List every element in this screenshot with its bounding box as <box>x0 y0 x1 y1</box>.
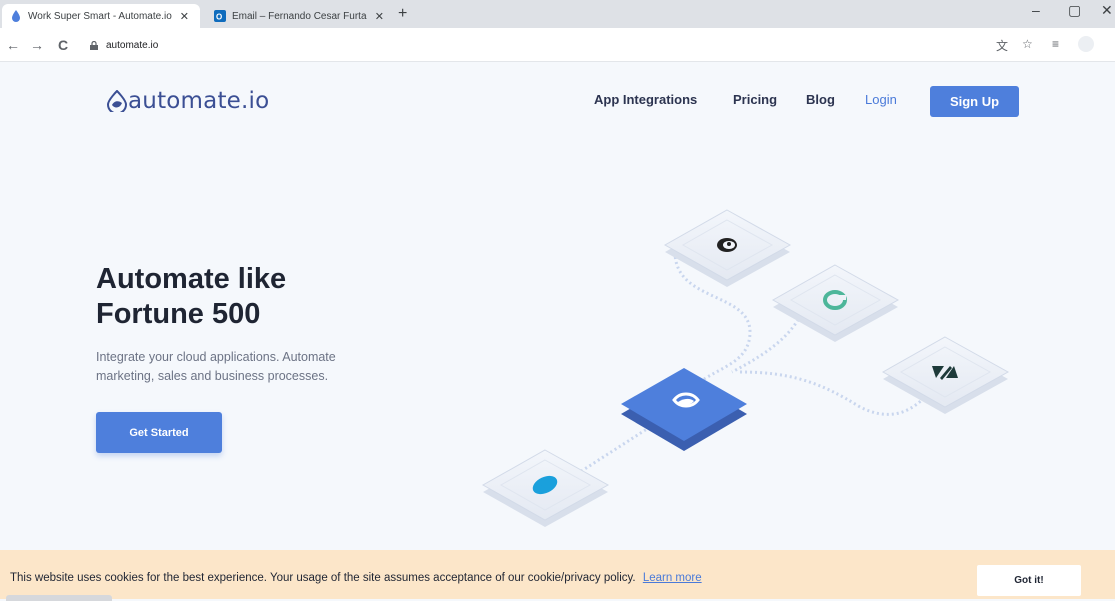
star-icon[interactable]: ☆ <box>1022 37 1033 51</box>
connector-lines <box>579 251 927 474</box>
url-text: automate.io <box>106 39 159 51</box>
minimize-button[interactable]: – <box>1032 2 1040 18</box>
automate-favicon-icon <box>10 10 22 22</box>
cookie-banner: This website uses cookies for the best e… <box>0 550 1115 599</box>
learn-more-link[interactable]: Learn more <box>643 572 702 584</box>
tab-title: Email – Fernando Cesar Furtado <box>232 10 367 22</box>
headline-line-2: Fortune 500 <box>96 298 261 330</box>
tab-close-icon[interactable]: ✕ <box>375 10 384 23</box>
headline-line-1: Automate like <box>96 263 287 295</box>
back-button[interactable]: ← <box>6 37 20 53</box>
site-logo[interactable]: automate.io <box>106 88 269 114</box>
copper-tile <box>771 264 900 342</box>
reload-button[interactable]: C <box>58 37 68 53</box>
browser-tab-bar: Work Super Smart - Automate.io ✕ O Email… <box>0 0 1115 28</box>
automate-logo-icon <box>106 90 128 112</box>
got-it-button[interactable]: Got it! <box>977 565 1081 596</box>
nav-app-integrations[interactable]: App Integrations <box>594 92 697 107</box>
lock-icon <box>90 40 98 50</box>
address-bar[interactable]: automate.io <box>90 34 1090 56</box>
tab-close-icon[interactable]: ✕ <box>180 10 189 23</box>
new-tab-button[interactable]: + <box>398 5 407 23</box>
nav-login[interactable]: Login <box>865 92 897 107</box>
hero-subtext: Integrate your cloud applications. Autom… <box>96 350 336 383</box>
tab-automate-io[interactable]: Work Super Smart - Automate.io ✕ <box>2 4 200 28</box>
page-content: automate.io App Integrations Pricing Blo… <box>0 62 1115 550</box>
logo-text: automate.io <box>128 88 270 114</box>
browser-toolbar: ← → C automate.io 文 ☆ ≡ <box>0 28 1115 62</box>
reading-list-icon[interactable]: ≡ <box>1052 37 1059 51</box>
get-started-button[interactable]: Get Started <box>96 412 222 453</box>
tab-email[interactable]: O Email – Fernando Cesar Furtado ✕ <box>206 4 392 28</box>
profile-avatar[interactable] <box>1078 36 1094 52</box>
cookie-message: This website uses cookies for the best e… <box>10 572 702 584</box>
zendesk-tile <box>881 336 1010 414</box>
automate-hub-tile <box>621 368 747 451</box>
forward-button[interactable]: → <box>30 37 44 53</box>
sign-up-button[interactable]: Sign Up <box>930 86 1019 117</box>
nav-blog[interactable]: Blog <box>806 92 835 107</box>
maximize-button[interactable]: ▢ <box>1068 2 1081 19</box>
tab-title: Work Super Smart - Automate.io <box>28 10 172 22</box>
hero-headline: Automate like Fortune 500 <box>96 262 396 332</box>
mailchimp-icon <box>717 238 737 252</box>
cookie-text: This website uses cookies for the best e… <box>10 572 636 584</box>
integration-illustration <box>481 209 1010 527</box>
translate-icon[interactable]: 文 <box>996 37 1008 54</box>
salesforce-tile <box>481 449 610 527</box>
close-window-button[interactable]: ✕ <box>1101 2 1113 19</box>
outlook-favicon-icon: O <box>214 10 226 22</box>
svg-text:O: O <box>216 13 222 22</box>
nav-pricing[interactable]: Pricing <box>733 92 777 107</box>
cookie-settings-tab[interactable] <box>6 595 112 601</box>
